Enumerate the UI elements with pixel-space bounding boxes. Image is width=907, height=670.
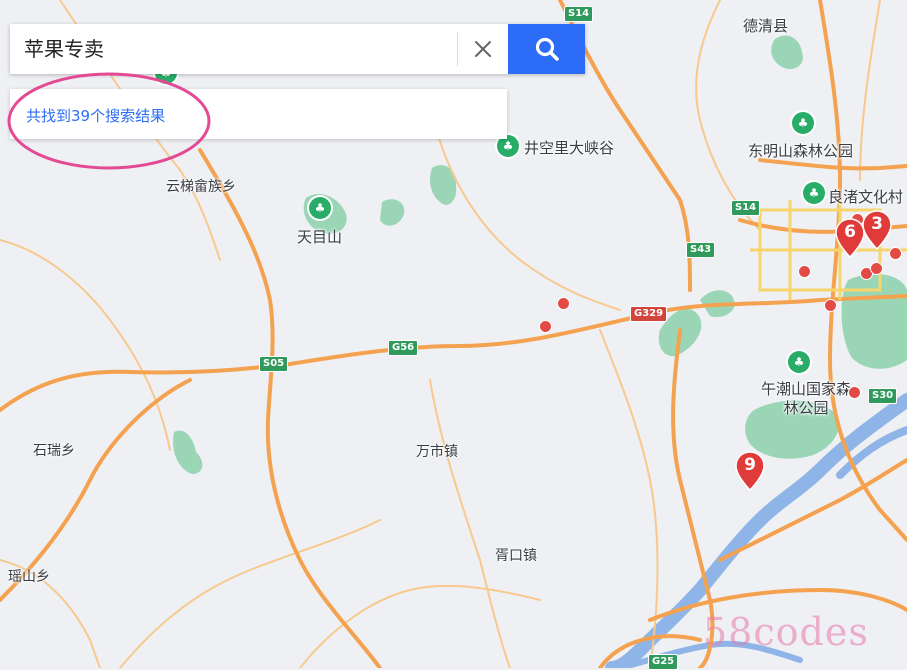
watermark: 58codes (703, 610, 869, 654)
place-label-yuntiyu: 云梯畲族乡 (166, 179, 236, 195)
tree-icon[interactable]: ♣ (309, 197, 331, 219)
result-dot[interactable] (870, 262, 883, 275)
result-dot[interactable] (798, 265, 811, 278)
road-shield: S05 (259, 356, 289, 372)
place-label-dongmingshan: 东明山森林公园 (748, 142, 854, 160)
tree-icon[interactable]: ♣ (803, 182, 825, 204)
place-label-tianmushan: 天目山 (297, 228, 343, 246)
marker-number: 3 (871, 214, 883, 234)
place-label-shirui: 石瑞乡 (33, 443, 75, 459)
tree-icon[interactable]: ♣ (788, 351, 810, 373)
marker-number: 9 (744, 455, 756, 475)
result-dot[interactable] (557, 297, 570, 310)
result-dot[interactable] (848, 386, 861, 399)
road-shield: S14 (731, 200, 761, 216)
road-shield: S14 (564, 6, 594, 22)
result-marker-6[interactable]: 6 (835, 218, 865, 258)
marker-number: 6 (844, 222, 856, 242)
road-shield: G56 (388, 340, 419, 356)
result-marker-3[interactable]: 3 (862, 210, 892, 250)
place-label-xukou: 胥口镇 (495, 548, 537, 564)
result-dot[interactable] (539, 320, 552, 333)
place-label-wanshi: 万市镇 (416, 444, 458, 460)
place-label-liangzhu: 良渚文化村 (828, 188, 904, 206)
road-shield: S30 (868, 388, 898, 404)
result-dot[interactable] (824, 299, 837, 312)
search-icon (535, 37, 559, 61)
search-box (10, 24, 585, 74)
place-label-wuchaoshan: 午潮山国家森林公园 (760, 380, 851, 417)
search-button[interactable] (508, 24, 585, 74)
place-label-yaoshan: 瑶山乡 (8, 569, 50, 585)
result-count-text[interactable]: 共找到39个搜索结果 (26, 105, 165, 126)
road-shield: S43 (686, 242, 716, 258)
place-label-deqing: 德清县 (743, 17, 789, 35)
result-marker-9[interactable]: 9 (735, 451, 765, 491)
search-input[interactable] (10, 24, 464, 74)
tree-icon[interactable]: ♣ (792, 112, 814, 134)
place-label-jingkongli: 井空里大峡谷 (524, 139, 615, 157)
result-summary-bar: 共找到39个搜索结果 (10, 89, 507, 139)
close-icon (475, 41, 491, 57)
road-shield: G329 (630, 306, 668, 322)
clear-button[interactable] (457, 32, 508, 66)
